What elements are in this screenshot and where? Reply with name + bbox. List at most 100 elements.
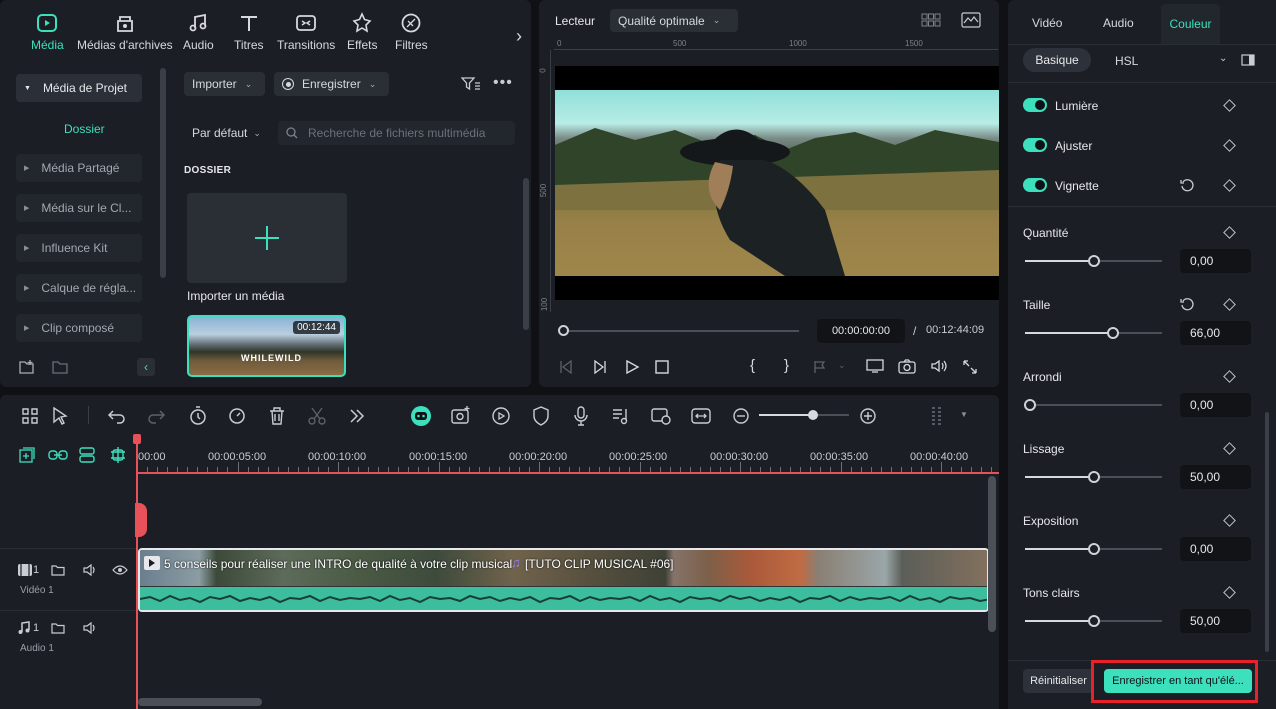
- chevron-down-icon[interactable]: ▼: [960, 410, 968, 419]
- tab-effects[interactable]: Effets: [347, 12, 377, 52]
- screen-record-icon[interactable]: [649, 404, 673, 428]
- quality-dropdown[interactable]: Qualité optimale ⌄: [610, 9, 738, 32]
- import-media-tile[interactable]: [187, 193, 347, 283]
- track-manager-icon[interactable]: [78, 446, 98, 464]
- playback-knob[interactable]: [558, 325, 569, 336]
- scissors-icon[interactable]: [305, 404, 329, 428]
- tab-color[interactable]: Couleur: [1161, 4, 1220, 44]
- ai-copilot-icon[interactable]: [409, 404, 433, 428]
- search-field[interactable]: Recherche de fichiers multimédia: [278, 121, 515, 145]
- sidebar-scrollbar[interactable]: [160, 68, 166, 278]
- video-preview[interactable]: [555, 66, 999, 300]
- layout-grid-icon[interactable]: [18, 404, 42, 428]
- subtab-hsl[interactable]: HSL: [1115, 54, 1138, 68]
- value-highlights[interactable]: 50,00: [1180, 609, 1251, 633]
- more-tools-icon[interactable]: [345, 404, 369, 428]
- record-dropdown[interactable]: Enregistrer ⌄: [274, 72, 389, 96]
- tab-audio[interactable]: Audio: [183, 12, 214, 52]
- tab-media[interactable]: Média: [31, 12, 64, 52]
- zoom-slider-knob[interactable]: [808, 410, 818, 420]
- slider-knob[interactable]: [1087, 471, 1100, 483]
- track-layout-icon[interactable]: [927, 404, 951, 428]
- tab-audio-properties[interactable]: Audio: [1103, 16, 1134, 30]
- media-scrollbar[interactable]: [523, 178, 529, 330]
- link-clips-icon[interactable]: [48, 446, 68, 464]
- new-folder-icon[interactable]: [19, 359, 35, 375]
- toggle-adjust[interactable]: [1023, 138, 1047, 152]
- current-time[interactable]: 00:00:00:00: [817, 319, 905, 343]
- slider-size[interactable]: [1025, 327, 1162, 339]
- tab-titles[interactable]: Titres: [234, 12, 264, 52]
- slider-amount[interactable]: [1025, 255, 1162, 267]
- display-icon[interactable]: [866, 358, 884, 374]
- slider-knob[interactable]: [1087, 615, 1100, 627]
- sidebar-item-shared-media[interactable]: ▶ Média Partagé: [16, 154, 142, 182]
- toggle-vignette[interactable]: [1023, 178, 1047, 192]
- chevron-down-icon[interactable]: ⌄: [1219, 53, 1227, 64]
- auto-reframe-icon[interactable]: [489, 404, 513, 428]
- next-frame-icon[interactable]: [592, 359, 608, 375]
- sidebar-item-adjustment-layer[interactable]: ▶ Calque de régla...: [16, 274, 142, 302]
- mark-out-icon[interactable]: }: [784, 357, 789, 374]
- grid-view-icon[interactable]: [921, 13, 941, 27]
- eye-icon[interactable]: [112, 564, 128, 576]
- playback-progress-track[interactable]: [558, 325, 799, 336]
- sidebar-project-media[interactable]: ▼ Média de Projet: [16, 74, 142, 102]
- speaker-icon[interactable]: [82, 563, 98, 577]
- tab-stock-media[interactable]: Médias d'archives: [77, 12, 173, 52]
- ai-image-icon[interactable]: [449, 404, 473, 428]
- timeline-horizontal-scrollbar[interactable]: [138, 698, 262, 706]
- slider-highlights[interactable]: [1025, 615, 1162, 627]
- shield-mask-icon[interactable]: [529, 404, 553, 428]
- import-dropdown[interactable]: Importer ⌄: [184, 72, 265, 96]
- delete-trash-icon[interactable]: [265, 404, 289, 428]
- add-track-icon[interactable]: [18, 446, 36, 464]
- reset-button[interactable]: Réinitialiser: [1023, 669, 1094, 693]
- zoom-in-icon[interactable]: [856, 404, 880, 428]
- lock-folder-icon[interactable]: [51, 563, 65, 577]
- sort-dropdown[interactable]: Par défaut ⌄: [184, 121, 270, 145]
- sidebar-item-influence-kit[interactable]: ▶ Influence Kit: [16, 234, 142, 262]
- undo-icon[interactable]: [105, 404, 129, 428]
- folder-icon[interactable]: [52, 359, 68, 375]
- value-roundness[interactable]: 0,00: [1180, 393, 1251, 417]
- media-clip-thumbnail[interactable]: 00:12:44 WHILEWILD: [187, 315, 346, 377]
- zoom-out-icon[interactable]: [729, 404, 753, 428]
- fullscreen-icon[interactable]: [962, 359, 978, 375]
- speed-ramp-icon[interactable]: [225, 404, 249, 428]
- previous-frame-icon[interactable]: [558, 359, 574, 375]
- save-as-preset-button[interactable]: Enregistrer en tant qu'élé...: [1104, 669, 1252, 693]
- properties-scrollbar[interactable]: [1265, 412, 1269, 652]
- slider-roundness[interactable]: [1024, 399, 1162, 411]
- magnetic-snap-icon[interactable]: [108, 446, 128, 464]
- slider-knob[interactable]: [1087, 543, 1100, 555]
- subtab-basic[interactable]: Basique: [1023, 48, 1091, 72]
- timer-icon[interactable]: [186, 404, 210, 428]
- sidebar-folder[interactable]: Dossier: [64, 122, 105, 136]
- slider-knob[interactable]: [1087, 255, 1100, 267]
- select-cursor-icon[interactable]: [48, 404, 72, 428]
- collapse-sidebar-button[interactable]: ‹: [137, 358, 155, 376]
- slider-knob[interactable]: [1106, 327, 1119, 339]
- compare-split-icon[interactable]: [1241, 54, 1255, 66]
- redo-icon[interactable]: [144, 404, 168, 428]
- value-smoothing[interactable]: 50,00: [1180, 465, 1251, 489]
- slider-smoothing[interactable]: [1025, 471, 1162, 483]
- value-amount[interactable]: 0,00: [1180, 249, 1251, 273]
- filter-sort-icon[interactable]: [461, 76, 481, 92]
- value-exposure[interactable]: 0,00: [1180, 537, 1251, 561]
- reset-icon[interactable]: [1180, 297, 1195, 312]
- playhead-head[interactable]: [133, 434, 141, 444]
- volume-icon[interactable]: [930, 358, 948, 374]
- marker-icon[interactable]: [812, 359, 828, 375]
- playhead-scissor-handle[interactable]: [135, 503, 147, 537]
- sidebar-item-cloud-media[interactable]: ▶ Média sur le Cl...: [16, 194, 142, 222]
- fit-timeline-icon[interactable]: [689, 404, 713, 428]
- tab-video[interactable]: Vidéo: [1032, 16, 1062, 30]
- mark-in-icon[interactable]: {: [750, 357, 755, 374]
- toggle-light[interactable]: [1023, 98, 1047, 112]
- play-icon[interactable]: [624, 359, 640, 375]
- tab-transitions[interactable]: Transitions: [277, 12, 335, 52]
- music-beat-icon[interactable]: [609, 404, 633, 428]
- reset-icon[interactable]: [1180, 178, 1195, 193]
